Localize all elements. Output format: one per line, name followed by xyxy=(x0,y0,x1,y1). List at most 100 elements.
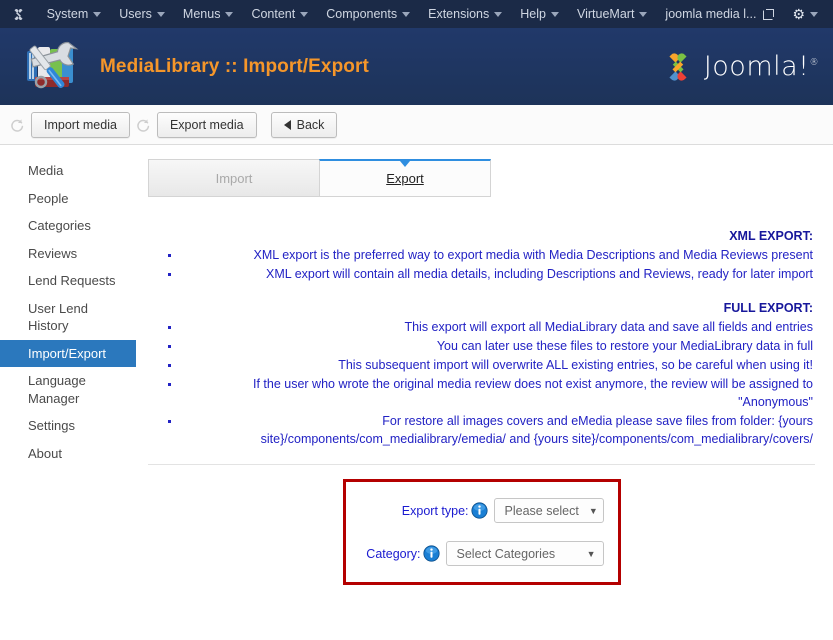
list-item: XML export will contain all media detail… xyxy=(148,265,813,283)
category-row: Category: Select Categories ▼ xyxy=(356,541,604,566)
page-header: MediaLibrary :: Import/Export Joomla!® xyxy=(0,28,833,105)
chevron-down-icon xyxy=(300,11,309,17)
chevron-down-icon xyxy=(225,11,234,17)
sidebar-item-people[interactable]: People xyxy=(0,185,136,213)
sidebar-item-label: Import/Export xyxy=(28,345,107,361)
menu-users-label: Users xyxy=(119,7,152,21)
category-label: Category: xyxy=(366,546,421,561)
loop-arrow-icon xyxy=(11,118,24,132)
section-divider xyxy=(148,464,815,465)
full-export-heading: FULL EXPORT: xyxy=(723,301,813,315)
sidebar-item-about[interactable]: About xyxy=(0,440,136,468)
page-title: MediaLibrary :: Import/Export xyxy=(100,55,369,77)
list-item: XML export is the preferred way to expor… xyxy=(148,246,813,264)
sidebar-item-lend-requests[interactable]: Lend Requests xyxy=(0,267,136,295)
main-content: Import Export XML EXPORT: XML export is … xyxy=(136,145,833,639)
menu-menus-label: Menus xyxy=(182,7,221,21)
loop-arrow-icon xyxy=(137,118,150,132)
tab-import-label: Import xyxy=(215,170,253,186)
list-item: This export will export all MediaLibrary… xyxy=(148,318,813,336)
admin-menu-bar: System Users Menus Content Components Ex… xyxy=(0,0,833,28)
export-info-block: XML EXPORT: XML export is the preferred … xyxy=(148,229,815,448)
export-media-group: Export media xyxy=(134,111,257,138)
sidebar-item-label: Lend Requests xyxy=(28,273,116,289)
menu-system-label: System xyxy=(46,7,89,21)
xml-export-list: XML export is the preferred way to expor… xyxy=(148,246,813,283)
sidebar-item-settings[interactable]: Settings xyxy=(0,412,136,440)
sidebar-item-media[interactable]: Media xyxy=(0,157,136,185)
sidebar-item-import-export[interactable]: Import/Export xyxy=(0,339,136,368)
sidebar-item-language-manager[interactable]: Language Manager xyxy=(0,367,136,412)
export-media-label: Export media xyxy=(169,117,244,132)
joomla-logo: Joomla!® xyxy=(659,48,819,86)
sidebar-item-reviews[interactable]: Reviews xyxy=(0,240,136,268)
settings-menu[interactable]: ⚙ xyxy=(783,0,827,28)
sidebar-item-user-lend-history[interactable]: User Lend History xyxy=(0,295,136,340)
menu-virtuemart-label: VirtueMart xyxy=(576,7,635,21)
chevron-down-icon xyxy=(494,11,503,17)
category-select[interactable]: Select Categories ▼ xyxy=(445,541,604,566)
sidebar-item-label: Language Manager xyxy=(28,373,86,406)
joomla-trademark: ® xyxy=(809,58,819,68)
tab-export[interactable]: Export xyxy=(319,159,491,197)
import-media-button[interactable]: Import media xyxy=(31,111,130,138)
page-body: Media People Categories Reviews Lend Req… xyxy=(0,145,833,639)
export-type-value: Please select xyxy=(504,503,579,518)
menu-users[interactable]: Users xyxy=(110,0,174,28)
menu-content-label: Content xyxy=(251,7,296,21)
tools-icon xyxy=(27,41,79,88)
xml-export-heading: XML EXPORT: xyxy=(729,229,813,243)
import-media-label: Import media xyxy=(44,117,117,132)
chevron-down-icon xyxy=(93,11,102,17)
menu-components[interactable]: Components xyxy=(317,0,419,28)
menu-components-label: Components xyxy=(326,7,398,21)
sidebar-item-label: People xyxy=(28,190,69,206)
tab-import[interactable]: Import xyxy=(148,159,320,197)
info-circle-icon[interactable] xyxy=(422,545,440,562)
chevron-down-icon xyxy=(550,11,559,17)
chevron-down-icon xyxy=(810,11,818,17)
sidebar-item-label: Categories xyxy=(28,218,91,234)
gear-icon: ⚙ xyxy=(792,6,805,22)
chevron-down-icon xyxy=(639,11,648,17)
joomla-mark-icon xyxy=(669,52,687,81)
chevron-down-icon xyxy=(156,11,165,17)
back-button-label: Back xyxy=(296,117,325,132)
tab-strip: Import Export xyxy=(148,157,815,197)
sidebar-item-label: Reviews xyxy=(28,245,78,261)
joomla-brand-icon[interactable] xyxy=(6,0,32,28)
external-link-icon xyxy=(763,8,775,20)
site-name-link[interactable]: joomla media l... xyxy=(656,0,783,28)
list-item: You can later use these files to restore… xyxy=(148,337,813,355)
export-type-label: Export type: xyxy=(401,503,469,518)
menu-menus[interactable]: Menus xyxy=(174,0,243,28)
list-item: For restore all images covers and eMedia… xyxy=(148,412,813,448)
chevron-down-icon xyxy=(402,11,411,17)
export-type-select[interactable]: Please select ▼ xyxy=(493,498,604,523)
menu-help-label: Help xyxy=(520,7,546,21)
list-item: This subsequent import will overwrite AL… xyxy=(148,356,813,374)
sidebar-item-categories[interactable]: Categories xyxy=(0,212,136,240)
site-name-label: joomla media l... xyxy=(665,7,757,21)
sidebar-item-label: About xyxy=(28,446,62,462)
full-export-list: This export will export all MediaLibrary… xyxy=(148,318,813,448)
sidebar-item-label: Media xyxy=(28,163,64,178)
menu-help[interactable]: Help xyxy=(511,0,568,28)
menu-extensions[interactable]: Extensions xyxy=(419,0,511,28)
tab-export-label: Export xyxy=(386,171,424,186)
sidebar-item-label: Settings xyxy=(28,418,75,434)
sidebar: Media People Categories Reviews Lend Req… xyxy=(0,145,136,639)
export-type-row: Export type: Please select ▼ xyxy=(356,498,604,523)
info-circle-icon[interactable] xyxy=(470,502,488,519)
toolbar: Import media Export media Back xyxy=(0,105,833,145)
menu-virtuemart[interactable]: VirtueMart xyxy=(568,0,656,28)
category-value: Select Categories xyxy=(456,546,556,561)
sidebar-item-label: User Lend History xyxy=(28,300,88,334)
chevron-down-icon: ▼ xyxy=(588,505,598,516)
export-media-button[interactable]: Export media xyxy=(156,111,257,138)
back-button[interactable]: Back xyxy=(270,111,338,138)
export-form-box: Export type: Please select ▼ Category: S… xyxy=(342,479,621,585)
list-item: If the user who wrote the original media… xyxy=(148,375,813,411)
menu-system[interactable]: System xyxy=(38,0,111,28)
menu-content[interactable]: Content xyxy=(242,0,317,28)
